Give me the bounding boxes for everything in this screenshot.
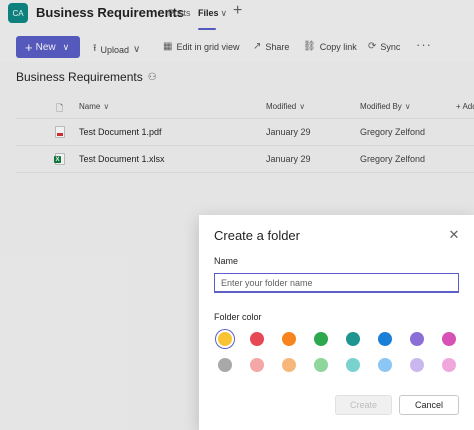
color-swatch-light-teal[interactable] <box>346 358 360 372</box>
color-swatch-light-purple[interactable] <box>410 358 424 372</box>
folder-name-input[interactable] <box>214 273 459 293</box>
folder-color-label: Folder color <box>214 312 262 322</box>
color-swatch-yellow[interactable] <box>218 332 232 346</box>
color-swatch-pink[interactable] <box>442 332 456 346</box>
dialog-title: Create a folder <box>214 228 300 243</box>
color-swatch-light-orange[interactable] <box>282 358 296 372</box>
close-icon[interactable]: ✕ <box>447 227 461 242</box>
name-label: Name <box>214 256 239 266</box>
color-swatch-light-red[interactable] <box>250 358 264 372</box>
color-swatch-green[interactable] <box>314 332 328 346</box>
cancel-button[interactable]: Cancel <box>399 395 459 415</box>
color-swatch-blue[interactable] <box>378 332 392 346</box>
color-swatch-purple[interactable] <box>410 332 424 346</box>
color-swatch-red[interactable] <box>250 332 264 346</box>
color-swatch-teal[interactable] <box>346 332 360 346</box>
create-button[interactable]: Create <box>335 395 392 415</box>
color-swatch-orange[interactable] <box>282 332 296 346</box>
color-swatch-light-pink[interactable] <box>442 358 456 372</box>
create-folder-dialog: Create a folder ✕ Name Folder color Crea… <box>199 215 474 430</box>
color-swatch-gray[interactable] <box>218 358 232 372</box>
color-swatch-light-blue[interactable] <box>378 358 392 372</box>
color-swatch-light-green[interactable] <box>314 358 328 372</box>
